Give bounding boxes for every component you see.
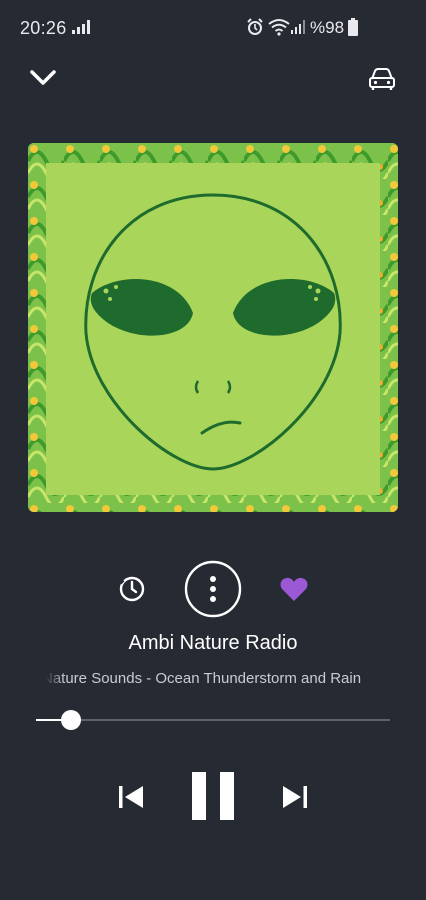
chevron-down-icon[interactable] xyxy=(30,68,56,88)
skip-previous-icon[interactable] xyxy=(118,784,144,810)
seek-bar[interactable] xyxy=(36,719,390,721)
alien-artwork-image xyxy=(28,143,398,512)
more-options-button[interactable] xyxy=(184,560,242,618)
track-marquee: Nature Sounds - Ocean Thunderstorm and R… xyxy=(46,668,380,692)
car-icon[interactable] xyxy=(368,66,396,92)
wifi-icon xyxy=(268,19,290,36)
marquee-fade-left xyxy=(46,668,64,692)
signal-icon xyxy=(72,20,90,34)
track-title: Nature Sounds - Ocean Thunderstorm and R… xyxy=(46,670,362,687)
timer-icon[interactable] xyxy=(117,574,147,604)
station-title: Ambi Nature Radio xyxy=(128,632,298,654)
action-row xyxy=(0,560,426,620)
station-artwork xyxy=(28,143,398,512)
marquee-fade-right xyxy=(362,668,380,692)
heart-icon[interactable] xyxy=(280,576,308,602)
signal-icon xyxy=(291,20,305,34)
status-time: 20:26 xyxy=(20,18,67,38)
status-bar: 20:26 %98 xyxy=(0,0,426,56)
transport-controls xyxy=(0,770,426,822)
battery-icon xyxy=(348,18,358,36)
seek-thumb[interactable] xyxy=(61,710,82,730)
battery-percentage: %98 xyxy=(310,18,345,37)
alarm-icon xyxy=(247,18,263,35)
pause-icon[interactable] xyxy=(190,770,236,822)
skip-next-icon[interactable] xyxy=(282,784,308,810)
